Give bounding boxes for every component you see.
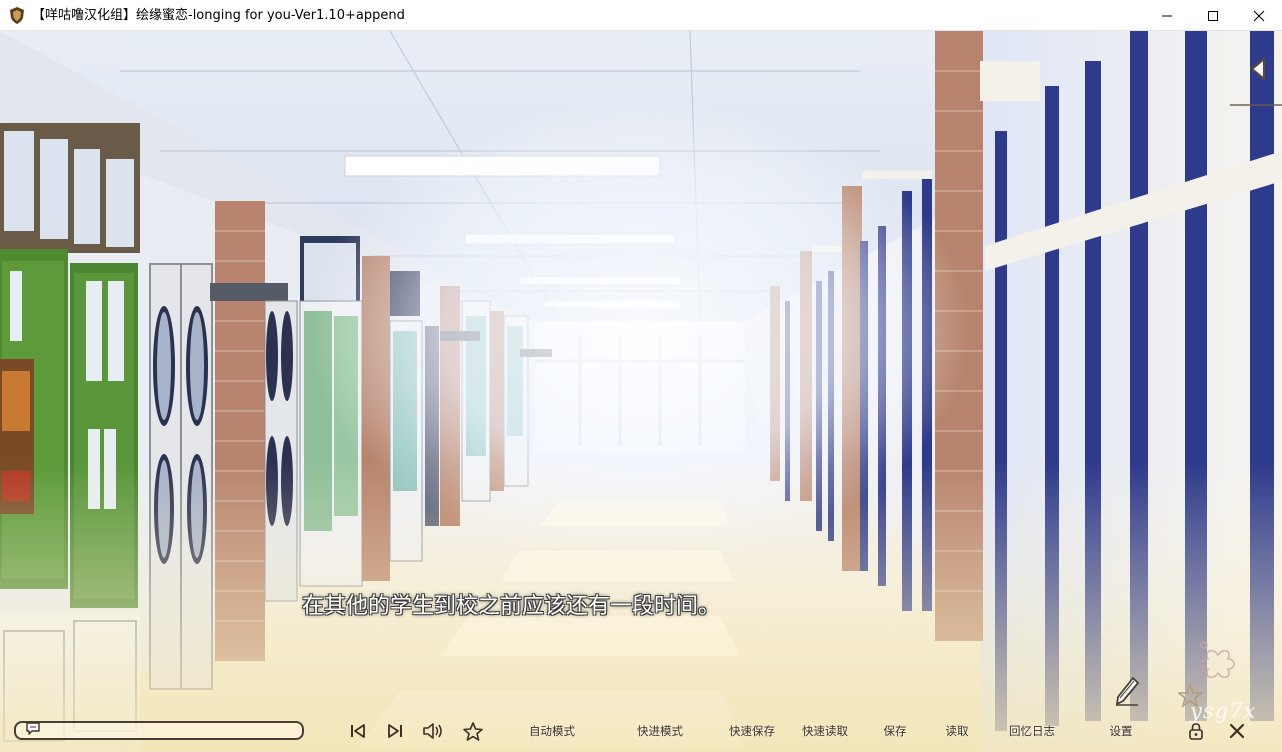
skip-mode-button[interactable]: 快进模式 — [628, 719, 692, 743]
previous-scene-button[interactable] — [346, 719, 370, 743]
exit-game-button[interactable] — [1225, 719, 1249, 743]
auto-mode-label: 自动模式 — [529, 724, 575, 738]
speaker-icon — [423, 723, 442, 739]
backlog-button[interactable]: 回忆日志 — [1000, 719, 1064, 743]
auto-mode-button[interactable]: 自动模式 — [520, 719, 584, 743]
game-scene[interactable]: 在其他的学生到校之前应该还有一段时间。 ysg7x 自动模式 快进模式 快速保存… — [0, 31, 1282, 752]
window-title: 【咩咕噜汉化组】绘缘蜜恋-longing for you-Ver1.10+app… — [32, 8, 405, 23]
save-button[interactable]: 保存 — [875, 719, 915, 743]
side-divider — [1230, 104, 1282, 106]
window-titlebar: 【咩咕噜汉化组】绘缘蜜恋-longing for you-Ver1.10+app… — [0, 0, 1282, 31]
speech-bubble-icon — [26, 722, 40, 735]
voice-replay-button[interactable] — [420, 719, 446, 743]
dialogue-text: 在其他的学生到校之前应该还有一段时间。 — [302, 594, 721, 619]
message-window-toggle[interactable] — [14, 721, 304, 740]
save-label: 保存 — [883, 724, 907, 738]
next-scene-button[interactable] — [383, 719, 407, 743]
lock-icon — [1189, 723, 1203, 740]
quick-load-button[interactable]: 快速读取 — [793, 719, 857, 743]
favorite-button[interactable] — [460, 719, 486, 743]
quick-save-label: 快速保存 — [729, 724, 775, 738]
star-icon — [463, 721, 483, 741]
close-x-icon — [1229, 723, 1245, 739]
quick-load-label: 快速读取 — [802, 724, 848, 738]
skip-forward-icon — [388, 724, 402, 738]
backlog-label: 回忆日志 — [1009, 724, 1055, 738]
settings-button[interactable]: 设置 — [1101, 719, 1141, 743]
load-button[interactable]: 读取 — [937, 719, 977, 743]
load-label: 读取 — [945, 724, 969, 738]
minimize-button[interactable] — [1144, 0, 1190, 31]
app-shield-icon — [10, 7, 24, 24]
close-window-button[interactable] — [1236, 0, 1282, 31]
minimize-icon — [1162, 15, 1172, 16]
skip-back-icon — [351, 724, 365, 738]
school-hallway-background — [0, 31, 1282, 752]
quick-save-button[interactable]: 快速保存 — [720, 719, 784, 743]
pencil-icon[interactable] — [1114, 676, 1140, 706]
settings-label: 设置 — [1109, 724, 1133, 738]
maximize-button[interactable] — [1190, 0, 1236, 31]
title-screen-button[interactable] — [1184, 719, 1208, 743]
maximize-icon — [1208, 10, 1218, 21]
close-icon — [1253, 10, 1265, 21]
side-menu-arrow-icon[interactable] — [1247, 56, 1269, 82]
skip-mode-label: 快进模式 — [637, 724, 683, 738]
